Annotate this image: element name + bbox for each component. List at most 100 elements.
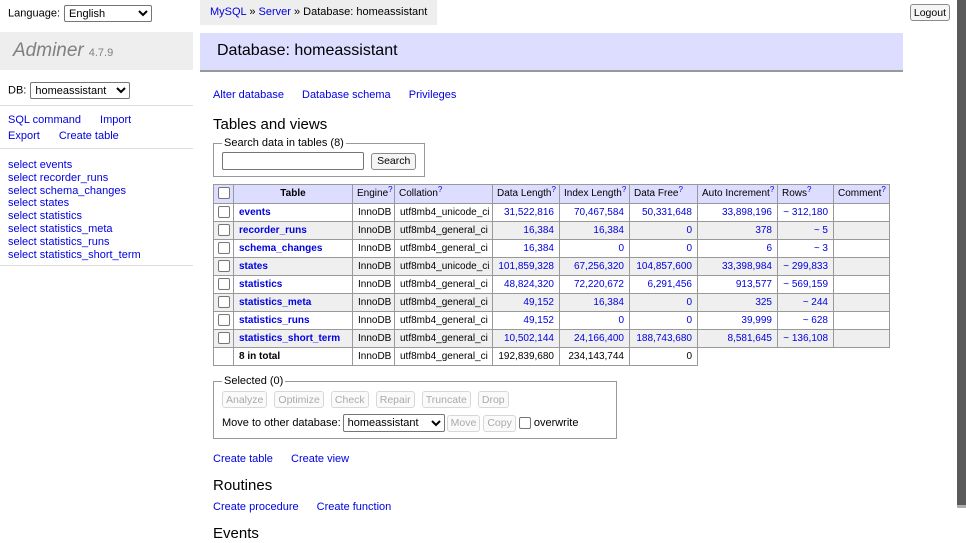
action-link[interactable]: Database schema bbox=[302, 89, 391, 101]
rows-link[interactable]: ~ 569,159 bbox=[783, 279, 828, 290]
data-length-link[interactable]: 101,859,328 bbox=[498, 261, 554, 272]
auto-increment-link[interactable]: 39,999 bbox=[741, 315, 772, 326]
table-name-link[interactable]: statistics_meta bbox=[239, 297, 311, 308]
select-all-checkbox[interactable] bbox=[218, 187, 230, 199]
data-free-link[interactable]: 104,857,600 bbox=[636, 261, 692, 272]
routines-link[interactable]: Create procedure bbox=[213, 501, 299, 513]
data-free-link[interactable]: 188,743,680 bbox=[636, 333, 692, 344]
overwrite-checkbox[interactable] bbox=[519, 417, 531, 429]
scrollbar-thumb[interactable] bbox=[957, 0, 966, 505]
rows-link[interactable]: ~ 244 bbox=[803, 297, 828, 308]
breadcrumb-server-link[interactable]: Server bbox=[259, 6, 291, 18]
index-length-link[interactable]: 70,467,584 bbox=[574, 207, 624, 218]
row-checkbox[interactable] bbox=[218, 260, 230, 272]
table-name-link[interactable]: statistics_runs bbox=[239, 315, 310, 326]
table-name-link[interactable]: statistics bbox=[239, 279, 282, 290]
column-help-link[interactable]: ? bbox=[388, 185, 392, 194]
rows-link[interactable]: ~ 312,180 bbox=[783, 207, 828, 218]
column-help-link[interactable]: ? bbox=[881, 185, 885, 194]
data-free-link[interactable]: 50,331,648 bbox=[642, 207, 692, 218]
index-length-link[interactable]: 72,220,672 bbox=[574, 279, 624, 290]
data-free-link[interactable]: 6,291,456 bbox=[648, 279, 693, 290]
create-link[interactable]: Create view bbox=[291, 453, 349, 465]
action-link[interactable]: Privileges bbox=[409, 89, 457, 101]
sidebar-table-select-link[interactable]: select statistics_meta bbox=[8, 223, 113, 235]
table-name-link[interactable]: states bbox=[239, 261, 268, 272]
selected-action-button[interactable]: Drop bbox=[478, 391, 509, 408]
sidebar-link[interactable]: Export bbox=[8, 130, 40, 142]
logout-button[interactable]: Logout bbox=[910, 4, 950, 21]
data-free-link[interactable]: 0 bbox=[686, 225, 692, 236]
row-checkbox[interactable] bbox=[218, 296, 230, 308]
index-length-link[interactable]: 0 bbox=[618, 243, 624, 254]
data-free-link[interactable]: 0 bbox=[686, 297, 692, 308]
routines-link[interactable]: Create function bbox=[317, 501, 392, 513]
table-name-link[interactable]: schema_changes bbox=[239, 243, 322, 254]
column-help-link[interactable]: ? bbox=[678, 185, 682, 194]
row-checkbox[interactable] bbox=[218, 314, 230, 326]
move-database-select[interactable]: homeassistant bbox=[343, 414, 445, 432]
row-checkbox[interactable] bbox=[218, 206, 230, 218]
data-length-link[interactable]: 10,502,144 bbox=[504, 333, 554, 344]
sidebar-table-select-link[interactable]: select statistics_short_term bbox=[8, 249, 141, 261]
data-free-link[interactable]: 0 bbox=[686, 315, 692, 326]
selected-action-button[interactable]: Check bbox=[331, 391, 369, 408]
column-help-link[interactable]: ? bbox=[622, 185, 626, 194]
index-length-link[interactable]: 0 bbox=[618, 315, 624, 326]
column-help-link[interactable]: ? bbox=[807, 185, 811, 194]
selected-action-button[interactable]: Repair bbox=[376, 391, 415, 408]
index-length-link[interactable]: 16,384 bbox=[593, 297, 624, 308]
row-checkbox[interactable] bbox=[218, 242, 230, 254]
table-name-link[interactable]: recorder_runs bbox=[239, 225, 307, 236]
data-length-link[interactable]: 49,152 bbox=[523, 315, 554, 326]
language-select[interactable]: English bbox=[64, 5, 152, 22]
sidebar-table-select-link[interactable]: select statistics bbox=[8, 210, 82, 222]
breadcrumb-mysql-link[interactable]: MySQL bbox=[210, 6, 246, 18]
search-button[interactable]: Search bbox=[371, 153, 416, 170]
rows-link[interactable]: ~ 136,108 bbox=[783, 333, 828, 344]
sidebar-table-select-link[interactable]: select states bbox=[8, 197, 69, 209]
rows-link[interactable]: ~ 628 bbox=[803, 315, 828, 326]
action-link[interactable]: Alter database bbox=[213, 89, 284, 101]
row-checkbox[interactable] bbox=[218, 278, 230, 290]
scrollbar[interactable] bbox=[957, 0, 966, 543]
rows-link[interactable]: ~ 5 bbox=[814, 225, 828, 236]
selected-action-button[interactable]: Optimize bbox=[274, 391, 323, 408]
column-help-link[interactable]: ? bbox=[438, 185, 442, 194]
index-length-link[interactable]: 24,166,400 bbox=[574, 333, 624, 344]
data-length-link[interactable]: 16,384 bbox=[523, 243, 554, 254]
data-free-link[interactable]: 0 bbox=[686, 243, 692, 254]
create-link[interactable]: Create table bbox=[213, 453, 273, 465]
auto-increment-link[interactable]: 913,577 bbox=[736, 279, 772, 290]
selected-action-button[interactable]: Analyze bbox=[222, 391, 267, 408]
auto-increment-link[interactable]: 378 bbox=[755, 225, 772, 236]
data-length-link[interactable]: 31,522,816 bbox=[504, 207, 554, 218]
column-help-link[interactable]: ? bbox=[770, 185, 774, 194]
table-name-link[interactable]: statistics_short_term bbox=[239, 333, 340, 344]
auto-increment-link[interactable]: 33,898,196 bbox=[722, 207, 772, 218]
data-length-link[interactable]: 16,384 bbox=[523, 225, 554, 236]
rows-link[interactable]: ~ 299,833 bbox=[783, 261, 828, 272]
auto-increment-link[interactable]: 8,581,645 bbox=[728, 333, 773, 344]
sidebar-table-select-link[interactable]: select events bbox=[8, 159, 72, 171]
search-input[interactable] bbox=[222, 152, 364, 170]
sidebar-table-select-link[interactable]: select statistics_runs bbox=[8, 236, 109, 248]
row-checkbox[interactable] bbox=[218, 332, 230, 344]
column-help-link[interactable]: ? bbox=[552, 185, 556, 194]
auto-increment-link[interactable]: 33,398,984 bbox=[722, 261, 772, 272]
move-button[interactable]: Move bbox=[447, 415, 481, 432]
auto-increment-link[interactable]: 325 bbox=[755, 297, 772, 308]
row-checkbox[interactable] bbox=[218, 224, 230, 236]
sidebar-link[interactable]: Import bbox=[100, 114, 131, 126]
table-name-link[interactable]: events bbox=[239, 207, 271, 218]
index-length-link[interactable]: 16,384 bbox=[593, 225, 624, 236]
db-select[interactable]: homeassistant bbox=[30, 82, 130, 99]
sidebar-table-select-link[interactable]: select schema_changes bbox=[8, 185, 126, 197]
data-length-link[interactable]: 49,152 bbox=[523, 297, 554, 308]
index-length-link[interactable]: 67,256,320 bbox=[574, 261, 624, 272]
copy-button[interactable]: Copy bbox=[483, 415, 516, 432]
sidebar-link[interactable]: SQL command bbox=[8, 114, 81, 126]
rows-link[interactable]: ~ 3 bbox=[814, 243, 828, 254]
sidebar-table-select-link[interactable]: select recorder_runs bbox=[8, 172, 108, 184]
sidebar-link[interactable]: Create table bbox=[59, 130, 119, 142]
